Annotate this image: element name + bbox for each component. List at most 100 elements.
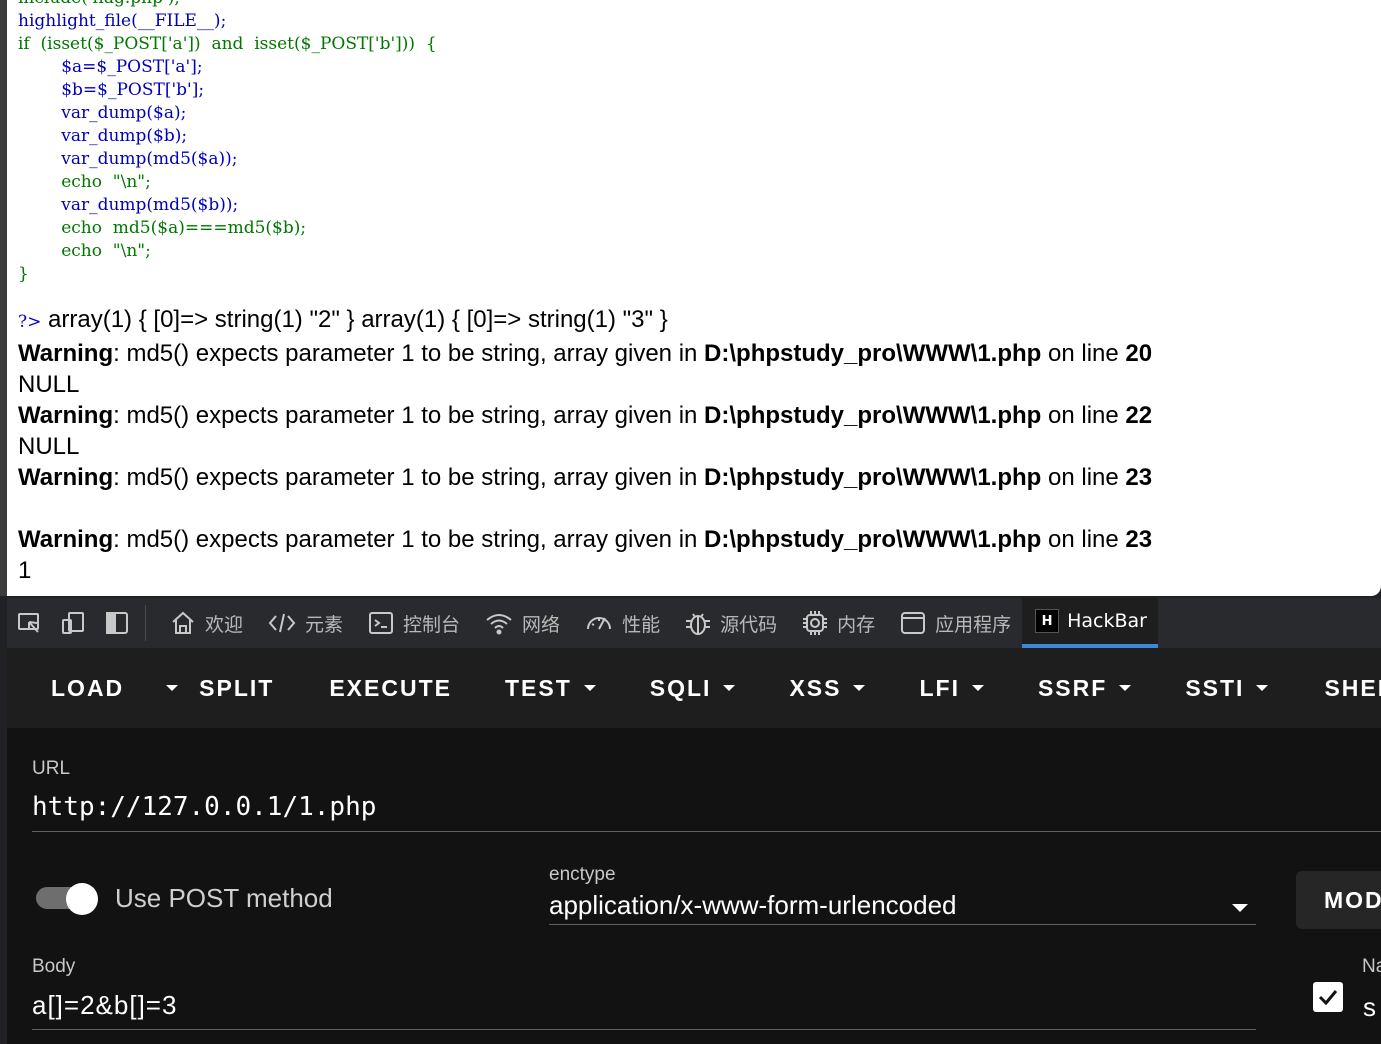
load-button[interactable]: LOAD: [7, 648, 124, 728]
ssti-menu-button[interactable]: SSTI: [1185, 648, 1269, 728]
toggle-knob: [66, 883, 98, 915]
php-source-code: include('flag.php'); highlight_file(__FI…: [18, 0, 437, 286]
url-label: URL: [32, 758, 71, 779]
warning-file-path: D:\phpstudy_pro\WWW\1.php: [704, 526, 1042, 553]
name-input[interactable]: s: [1363, 992, 1376, 1023]
ssrf-menu-button[interactable]: SSRF: [1037, 648, 1132, 728]
code-line: include('flag.php');: [18, 0, 180, 8]
code-line: echo md5($a)===md5($b);: [18, 218, 307, 238]
chevron-down-icon: [971, 685, 984, 691]
warning-after-output: 1: [18, 557, 32, 584]
dock-side-icon[interactable]: [95, 598, 139, 648]
tab-welcome[interactable]: 欢迎: [156, 598, 254, 648]
warning-line-number: 20: [1125, 340, 1153, 367]
device-toolbar-icon[interactable]: [51, 598, 95, 648]
inspect-icon[interactable]: [7, 598, 51, 648]
tab-memory[interactable]: 内存: [788, 598, 886, 648]
tab-console[interactable]: 控制台: [354, 598, 471, 648]
enctype-select[interactable]: application/x-www-form-urlencoded: [549, 890, 957, 921]
mod-label: MOD: [1324, 886, 1381, 913]
warning-label: Warning: [18, 402, 114, 429]
name-label: Na: [1362, 956, 1381, 977]
ssti-label: SSTI: [1185, 674, 1245, 701]
tab-hackbar[interactable]: H HackBar: [1022, 598, 1158, 648]
test-label: TEST: [504, 674, 572, 701]
tab-welcome-label: 欢迎: [205, 613, 244, 636]
warning-line: Warning: md5() expects parameter 1 to be…: [18, 338, 1152, 369]
code-line: echo "\n";: [18, 241, 151, 261]
devtools-tab-bar: 欢迎 元素 控制台 网络 性能 源代码 内存 应用程序 H HackBar: [7, 598, 1381, 648]
gauge-icon: [587, 617, 612, 630]
sqli-menu-button[interactable]: SQLI: [650, 648, 736, 728]
lfi-label: LFI: [919, 674, 960, 701]
tab-application[interactable]: 应用程序: [886, 598, 1022, 648]
execute-button[interactable]: EXECUTE: [329, 648, 452, 728]
chevron-down-icon: [853, 685, 866, 691]
app-icon: [901, 612, 926, 634]
code-line: $a=$_POST['a'];: [18, 57, 203, 77]
hackbar-toolbar: LOAD SPLIT EXECUTE TEST SQLI XSS LFI SSR…: [7, 648, 1381, 728]
load-dropdown-button[interactable]: [162, 648, 179, 728]
sqli-label: SQLI: [649, 674, 712, 701]
post-method-label: Use POST method: [115, 883, 333, 913]
check-icon: [1318, 990, 1338, 1006]
chevron-down-icon: [1256, 685, 1269, 691]
code-line: $b=$_POST['b'];: [18, 80, 205, 100]
tab-network[interactable]: 网络: [471, 598, 571, 648]
code-line: var_dump($a);: [18, 103, 187, 123]
bug-icon: [686, 613, 711, 635]
chevron-down-icon: [166, 685, 179, 691]
code-line: var_dump($b);: [18, 126, 188, 146]
warning-line: Warning: md5() expects parameter 1 to be…: [18, 400, 1152, 431]
tab-application-label: 应用程序: [935, 613, 1012, 636]
post-method-toggle[interactable]: [36, 883, 98, 915]
code-line: highlight_file(__FILE__);: [18, 11, 227, 31]
tab-performance[interactable]: 性能: [571, 598, 671, 648]
warning-label: Warning: [18, 340, 114, 367]
lfi-menu-button[interactable]: LFI: [919, 648, 984, 728]
enctype-underline: [549, 924, 1256, 925]
body-underline: [32, 1029, 1256, 1030]
tab-elements[interactable]: 元素: [254, 598, 354, 648]
warning-line-number: 22: [1125, 402, 1153, 429]
warning-label: Warning: [18, 464, 114, 491]
home-icon: [172, 611, 194, 634]
url-input[interactable]: http://127.0.0.1/1.php: [32, 792, 376, 822]
split-button[interactable]: SPLIT: [199, 648, 274, 728]
xss-menu-button[interactable]: XSS: [789, 648, 866, 728]
tab-network-label: 网络: [522, 613, 561, 636]
chevron-down-icon: [583, 685, 596, 691]
tab-hackbar-label: HackBar: [1067, 610, 1147, 632]
warning-message: : md5() expects parameter 1 to be string…: [113, 340, 705, 367]
test-menu-button[interactable]: TEST: [505, 648, 596, 728]
warning-line-number: 23: [1125, 526, 1153, 553]
warning-file-path: D:\phpstudy_pro\WWW\1.php: [704, 402, 1042, 429]
ssrf-label: SSRF: [1037, 674, 1108, 701]
tab-separator: [145, 605, 146, 641]
chevron-down-icon[interactable]: [1232, 904, 1248, 912]
shell-menu-button[interactable]: SHELL: [1324, 648, 1381, 728]
mod-button[interactable]: MOD: [1296, 871, 1381, 929]
checkbox[interactable]: [1313, 982, 1343, 1012]
dump-output-line: ?> array(1) { [0]=> string(1) "2" } arra…: [18, 304, 1152, 338]
tab-performance-label: 性能: [622, 613, 661, 636]
chevron-down-icon: [1119, 685, 1132, 691]
tab-sources[interactable]: 源代码: [671, 598, 788, 648]
chevron-down-icon: [723, 685, 736, 691]
warning-list: Warning: md5() expects parameter 1 to be…: [18, 338, 1152, 586]
warning-after-output: [18, 493, 1152, 524]
warning-file-path: D:\phpstudy_pro\WWW\1.php: [704, 464, 1042, 491]
code-line: var_dump(md5($b));: [18, 195, 239, 215]
warning-line: Warning: md5() expects parameter 1 to be…: [18, 524, 1152, 555]
wifi-icon: [486, 614, 512, 635]
warning-message: : md5() expects parameter 1 to be string…: [113, 464, 705, 491]
code-line: if (isset($_POST['a']) and isset($_POST[…: [18, 34, 437, 54]
warning-line: Warning: md5() expects parameter 1 to be…: [18, 462, 1152, 493]
warning-file-path: D:\phpstudy_pro\WWW\1.php: [704, 340, 1042, 367]
warning-on-line: on line: [1041, 340, 1126, 367]
dump-output: array(1) { [0]=> string(1) "2" } array(1…: [48, 306, 668, 333]
tab-elements-label: 元素: [305, 613, 344, 636]
php-close-tag: ?>: [18, 312, 42, 332]
chip-icon: [803, 611, 828, 635]
body-input[interactable]: a[]=2&b[]=3: [32, 990, 177, 1021]
